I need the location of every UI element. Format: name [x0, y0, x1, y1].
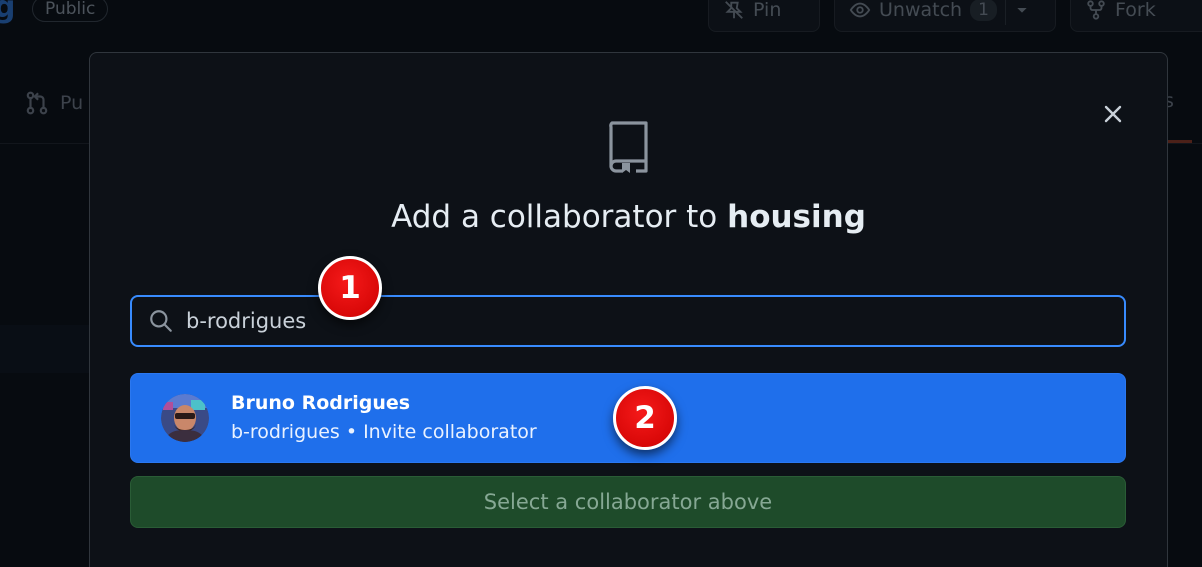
search-input-value[interactable]: b-rodrigues: [186, 309, 306, 333]
add-collaborator-dialog: Add a collaborator to housing b-rodrigue…: [89, 52, 1168, 567]
page: g Public Pin Unwatch 1 Fork Pu s Add a c…: [0, 0, 1202, 567]
suggestion-name: Bruno Rodrigues: [231, 392, 411, 414]
suggestion-text: Bruno Rodrigues b-rodrigues • Invite col…: [231, 389, 537, 447]
collaborator-search-input[interactable]: b-rodrigues: [130, 295, 1126, 347]
dialog-title: Add a collaborator to housing: [90, 199, 1167, 235]
search-icon: [150, 310, 172, 332]
close-icon: [1104, 105, 1122, 123]
suggestion-subtitle: b-rodrigues • Invite collaborator: [231, 421, 537, 443]
repo-icon: [609, 121, 648, 173]
avatar: [161, 394, 209, 442]
dialog-title-repo: housing: [727, 199, 866, 235]
step-marker-2: 2: [613, 386, 677, 450]
close-button[interactable]: [1098, 99, 1128, 129]
select-collaborator-button[interactable]: Select a collaborator above: [130, 476, 1126, 528]
step-marker-1: 1: [318, 256, 382, 320]
dialog-title-prefix: Add a collaborator to: [391, 199, 718, 235]
